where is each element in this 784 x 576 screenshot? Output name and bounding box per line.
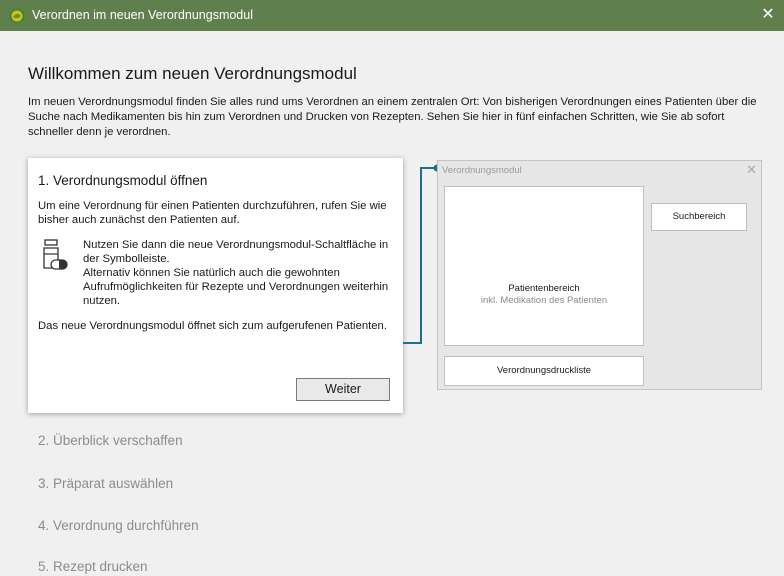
step-paragraph-3: Das neue Verordnungsmodul öffnet sich zu… [38, 320, 387, 332]
patient-area-label: Patientenbereich [508, 283, 580, 294]
patient-area-sublabel: inkl. Medikation des Patienten [480, 295, 608, 306]
page-title: Willkommen zum neuen Verordnungsmodul [28, 64, 357, 83]
step-item-5[interactable]: 5. Rezept drucken [38, 559, 148, 574]
close-icon[interactable]: ✕ [752, 0, 784, 31]
window-titlebar: Verordnen im neuen Verordnungsmodul ✕ [0, 0, 784, 31]
app-logo-icon [9, 8, 25, 24]
step-item-2[interactable]: 2. Überblick verschaffen [38, 433, 183, 448]
search-area: Suchbereich [651, 203, 747, 231]
step-paragraph-2a: Nutzen Sie dann die neue Verordnungsmodu… [83, 239, 389, 265]
active-step-card: 1. Verordnungsmodul öffnen Um eine Veror… [28, 158, 403, 413]
module-preview-window: Verordnungsmodul ✕ Patientenbereich inkl… [437, 160, 762, 390]
step-item-4[interactable]: 4. Verordnung durchführen [38, 518, 199, 533]
window-title: Verordnen im neuen Verordnungsmodul [32, 8, 253, 22]
print-list-area: Verordnungsdruckliste [444, 356, 644, 386]
step-paragraph-2: Nutzen Sie dann die neue Verordnungsmodu… [83, 238, 393, 308]
patient-area: Patientenbereich inkl. Medikation des Pa… [444, 186, 644, 346]
preview-close-icon: ✕ [746, 162, 757, 177]
step-item-3[interactable]: 3. Präparat auswählen [38, 476, 173, 491]
intro-text: Im neuen Verordnungsmodul finden Sie all… [28, 96, 757, 138]
preview-title: Verordnungsmodul [442, 165, 522, 176]
medication-bottle-icon [43, 239, 68, 270]
step-title: 1. Verordnungsmodul öffnen [38, 173, 208, 188]
next-button[interactable]: Weiter [296, 378, 390, 401]
step-paragraph-2b: Alternativ können Sie natürlich auch die… [83, 267, 389, 307]
step-paragraph-1: Um eine Verordnung für einen Patienten d… [38, 200, 387, 226]
